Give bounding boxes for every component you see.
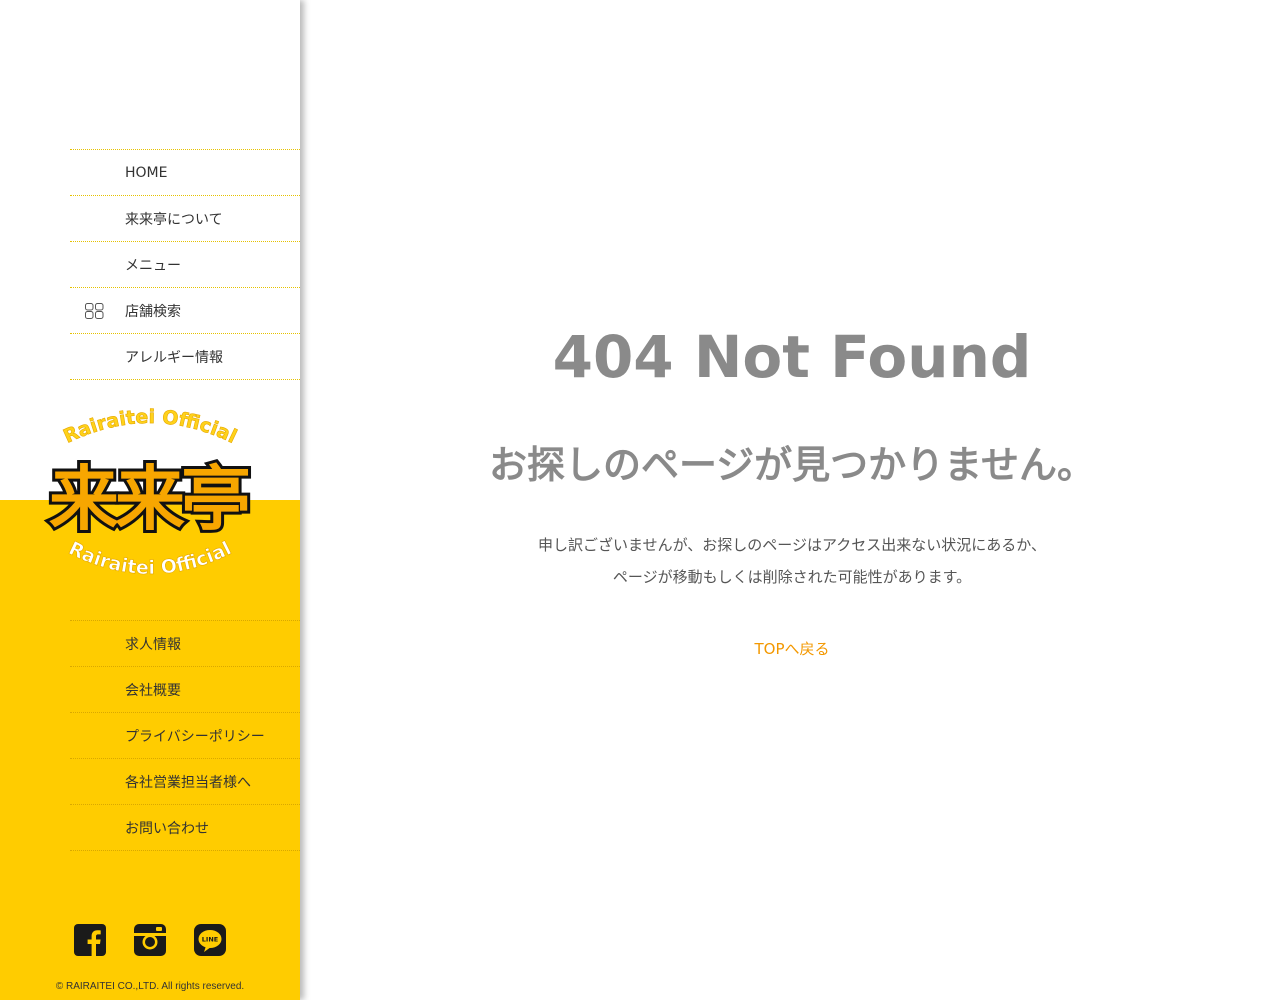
main-content: 404 Not Found お探しのページが見つかりません。 申し訳ございません… xyxy=(300,0,1284,1000)
instagram-icon[interactable] xyxy=(134,924,166,956)
nav-item-label: メニュー xyxy=(125,257,181,274)
nav-item-recruit[interactable]: 求人情報 xyxy=(70,621,300,667)
nav-item-privacy[interactable]: プライバシーポリシー xyxy=(70,713,300,759)
nav-item-label: 各社営業担当者様へ xyxy=(125,774,251,791)
nav-item-about[interactable]: 来来亭について xyxy=(70,196,300,242)
nav-item-label: アレルギー情報 xyxy=(125,349,223,366)
nav-item-label: プライバシーポリシー xyxy=(125,728,265,745)
nav-item-company[interactable]: 会社概要 xyxy=(70,667,300,713)
sub-nav: 求人情報 会社概要 プライバシーポリシー 各社営業担当者様へ お問い合わせ xyxy=(70,620,300,851)
error-subtitle: お探しのページが見つかりません。 xyxy=(488,443,1096,487)
line-icon-text: LINE xyxy=(202,936,218,944)
error-message-line-1: 申し訳ございませんが、お探しのページはアクセス出来ない状況にあるか、 xyxy=(538,536,1046,554)
main-nav: HOME 来来亭について メニュー 店舗検索 アレルギー情報 xyxy=(70,149,300,380)
nav-item-label: 会社概要 xyxy=(125,682,181,699)
nav-item-label: 来来亭について xyxy=(125,211,223,228)
nav-item-allergy[interactable]: アレルギー情報 xyxy=(70,334,300,380)
line-icon[interactable]: LINE xyxy=(194,924,226,956)
rairaitei-logo[interactable]: Rairaitei Official 来来亭 Rairaitei Officia… xyxy=(20,405,280,595)
nav-item-sales[interactable]: 各社営業担当者様へ xyxy=(70,759,300,805)
nav-item-label: HOME xyxy=(125,164,168,181)
logo-bottom-text: Rairaitei Official xyxy=(65,537,235,579)
copyright: © RAIRAITEI CO.,LTD. All rights reserved… xyxy=(55,981,245,992)
logo-top-text: Rairaitei Official xyxy=(60,406,240,448)
nav-item-label: 店舗検索 xyxy=(125,303,181,320)
facebook-icon[interactable] xyxy=(74,924,106,956)
back-to-top-link[interactable]: TOPへ戻る xyxy=(300,638,1284,659)
nav-item-home[interactable]: HOME xyxy=(70,150,300,196)
nav-item-contact[interactable]: お問い合わせ xyxy=(70,805,300,851)
nav-item-menu[interactable]: メニュー xyxy=(70,242,300,288)
store-search-icon xyxy=(85,303,104,319)
error-title: 404 Not Found xyxy=(552,323,1032,391)
nav-item-label: 求人情報 xyxy=(125,636,181,653)
nav-item-store-search[interactable]: 店舗検索 xyxy=(70,288,300,334)
nav-item-label: お問い合わせ xyxy=(125,820,209,837)
sidebar: HOME 来来亭について メニュー 店舗検索 アレルギー情報 Rairaitei… xyxy=(0,0,300,1000)
logo-main-text: 来来亭 xyxy=(49,458,249,540)
error-message-line-2: ページが移動もしくは削除された可能性があります。 xyxy=(612,568,972,586)
